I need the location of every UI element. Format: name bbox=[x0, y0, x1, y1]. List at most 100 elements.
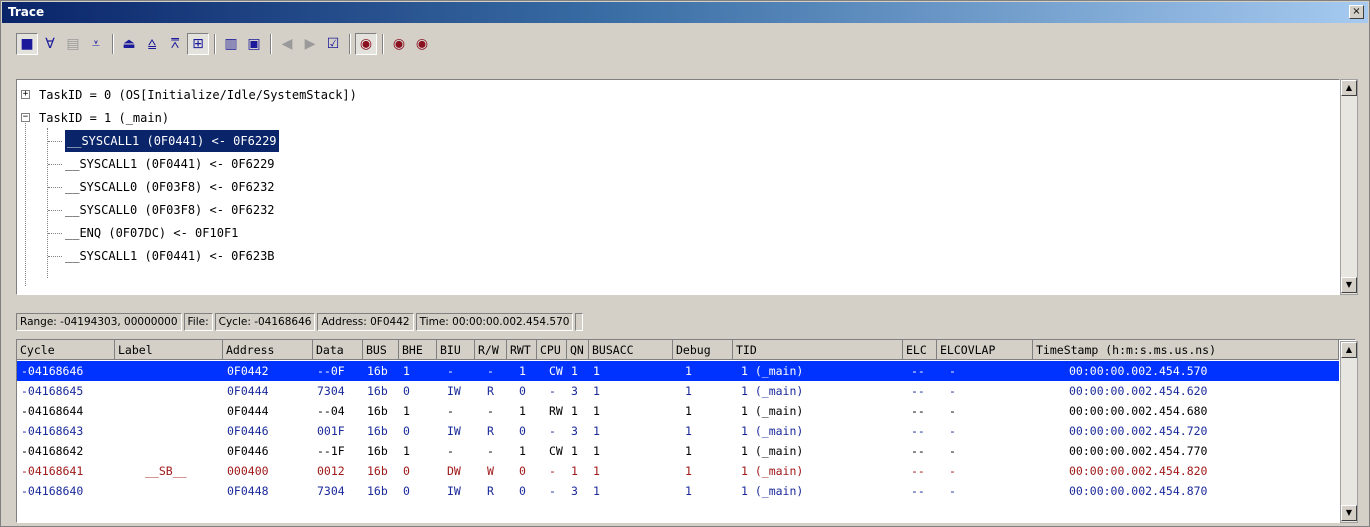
table-cell: 3 bbox=[571, 384, 578, 398]
status-info-bar: Range: -04194303, 00000000 File: Cycle: … bbox=[16, 313, 1356, 331]
tree-node[interactable]: + TaskID = 0 (OS[Initialize/Idle/SystemSt… bbox=[17, 84, 1317, 106]
find-icon[interactable]: ◉ bbox=[355, 33, 377, 55]
address-info: Address: 0F0442 bbox=[317, 313, 414, 331]
table-cell: DW bbox=[447, 464, 461, 478]
column-header[interactable]: BUSACC bbox=[589, 340, 673, 360]
minimize-icon[interactable]: ⩞ bbox=[164, 33, 186, 55]
collapse-icon[interactable]: − bbox=[21, 113, 30, 122]
tree-scrollbar[interactable]: ▲ ▼ bbox=[1340, 79, 1358, 295]
table-cell: R bbox=[487, 384, 494, 398]
tree-view-icon[interactable]: ⊞ bbox=[187, 33, 209, 55]
table-row[interactable]: -04168645 0F0444 7304 16b 0 IW R 0 - 3 1 1 1 (_main)… bbox=[17, 381, 1339, 401]
table-cell: 0 bbox=[403, 384, 410, 398]
table-cell: 0 bbox=[403, 464, 410, 478]
scroll-up-icon[interactable]: ▲ bbox=[1341, 80, 1357, 96]
table-cell: 16b bbox=[367, 444, 388, 458]
column-header[interactable]: QN bbox=[567, 340, 589, 360]
column-header[interactable]: BHE bbox=[399, 340, 437, 360]
column-header[interactable]: R/W bbox=[475, 340, 507, 360]
table-cell: 16b bbox=[367, 404, 388, 418]
table-row[interactable]: -04168642 0F0446 --1F 16b 1- -1 CW 1 1 1 1 (_main)… bbox=[17, 441, 1339, 461]
table-cell: - bbox=[949, 364, 956, 378]
prev-icon[interactable]: ◀ bbox=[276, 33, 298, 55]
column-header[interactable]: Debug bbox=[673, 340, 733, 360]
table-cell: - bbox=[549, 464, 556, 478]
table-cell: CW bbox=[549, 444, 563, 458]
table-cell: 1 bbox=[593, 444, 600, 458]
tree-node[interactable]: − TaskID = 1 (_main) bbox=[17, 107, 1317, 129]
table-row[interactable]: -04168646 0F0442 --0F 16b 1- -1 CW 1 1 1 1 (_main)… bbox=[17, 361, 1339, 381]
table-cell: IW bbox=[447, 384, 461, 398]
table-cell: R bbox=[487, 484, 494, 498]
table-cell: 1 bbox=[571, 444, 578, 458]
close-icon[interactable]: × bbox=[1349, 5, 1364, 19]
column-header[interactable]: RWT bbox=[507, 340, 537, 360]
display-mode-icon[interactable]: ■ bbox=[16, 33, 38, 55]
child-connector bbox=[48, 210, 62, 211]
table-cell: 1 bbox=[519, 364, 526, 378]
window-icon[interactable]: ▣ bbox=[243, 33, 265, 55]
find-prev-icon[interactable]: ◉ bbox=[411, 33, 433, 55]
filter-icon[interactable]: ∀ bbox=[39, 33, 61, 55]
table-cell: 0 bbox=[519, 384, 526, 398]
table-cell: -04168641 bbox=[21, 464, 84, 478]
table-cell: - bbox=[487, 364, 494, 378]
table-cell: - bbox=[447, 364, 454, 378]
column-header[interactable]: Data bbox=[313, 340, 363, 360]
table-row[interactable]: -04168644 0F0444 --04 16b 1- -1 RW 1 1 1 1 (_main)… bbox=[17, 401, 1339, 421]
list-view-icon[interactable]: ▥ bbox=[220, 33, 242, 55]
title-bar: Trace × bbox=[2, 2, 1368, 23]
child-connector bbox=[48, 233, 62, 234]
table-cell: __SB__ bbox=[145, 464, 187, 478]
table-row[interactable]: -04168643 0F0446 001F 16b 0 IW R 0 - 3 1 1 1 (_main)… bbox=[17, 421, 1339, 441]
tree-child-label: __ENQ (0F07DC) <- 0F10F1 bbox=[65, 226, 239, 240]
table-cell: 1 bbox=[571, 464, 578, 478]
column-header[interactable]: Label bbox=[115, 340, 223, 360]
scroll-down-icon[interactable]: ▼ bbox=[1341, 505, 1357, 521]
trace-table[interactable]: Cycle Label Address Data BUS BHE BIU R/W RWT CPU Q… bbox=[16, 339, 1356, 523]
table-cell: 1 bbox=[685, 464, 692, 478]
table-cell: 0 bbox=[403, 424, 410, 438]
scroll-down-icon[interactable]: ▼ bbox=[1341, 277, 1357, 293]
table-row[interactable]: -04168640 0F0448 7304 16b 0 IW R 0 - 3 1 1 1 (_main)… bbox=[17, 481, 1339, 501]
table-cell: 1 (_main) bbox=[741, 464, 804, 478]
collapse-icon[interactable]: ⩠ bbox=[141, 33, 163, 55]
column-header[interactable]: Address bbox=[223, 340, 313, 360]
tree-node-label: TaskID = 1 (_main) bbox=[39, 111, 170, 125]
table-cell: 0F0444 bbox=[227, 404, 269, 418]
table-cell: 0F0446 bbox=[227, 444, 269, 458]
table-cell: 1 bbox=[593, 484, 600, 498]
window-title: Trace bbox=[8, 5, 45, 19]
table-cell: -- bbox=[911, 364, 925, 378]
column-header[interactable]: TimeStamp (h:m:s.ms.us.ns) bbox=[1033, 340, 1339, 360]
table-cell: - bbox=[949, 384, 956, 398]
table-row[interactable]: -04168641 __SB__ 000400 0012 16b 0 DW W 0 - 1 1 1 1 (… bbox=[17, 461, 1339, 481]
table-scrollbar[interactable]: ▲ ▼ bbox=[1340, 341, 1358, 523]
column-header[interactable]: TID bbox=[733, 340, 903, 360]
column-header[interactable]: BUS bbox=[363, 340, 399, 360]
table-cell: 0 bbox=[519, 484, 526, 498]
toolbar-separator bbox=[382, 34, 384, 54]
copy-icon[interactable]: ▤ bbox=[62, 33, 84, 55]
table-cell: -04168642 bbox=[21, 444, 84, 458]
table-cell: -04168646 bbox=[21, 364, 84, 378]
column-header[interactable]: ELC bbox=[903, 340, 937, 360]
properties-icon[interactable]: ☑ bbox=[322, 33, 344, 55]
find-next-icon[interactable]: ◉ bbox=[388, 33, 410, 55]
collapse-all-icon[interactable]: ⩡ bbox=[85, 33, 107, 55]
column-header[interactable]: CPU bbox=[537, 340, 567, 360]
tree-child-label: __SYSCALL0 (0F03F8) <- 0F6232 bbox=[65, 203, 275, 217]
scroll-up-icon[interactable]: ▲ bbox=[1341, 342, 1357, 358]
table-cell: 1 bbox=[685, 384, 692, 398]
call-tree-pane[interactable]: + TaskID = 0 (OS[Initialize/Idle/SystemSt… bbox=[16, 79, 1340, 295]
table-cell: RW bbox=[549, 404, 563, 418]
tree-node-label: TaskID = 0 (OS[Initialize/Idle/SystemSta… bbox=[39, 88, 357, 102]
expand-icon[interactable]: + bbox=[21, 90, 30, 99]
column-header[interactable]: Cycle bbox=[17, 340, 115, 360]
table-cell: 16b bbox=[367, 364, 388, 378]
column-header[interactable]: BIU bbox=[437, 340, 475, 360]
toolbar-separator bbox=[349, 34, 351, 54]
next-icon[interactable]: ▶ bbox=[299, 33, 321, 55]
column-header[interactable]: ELCOVLAP bbox=[937, 340, 1033, 360]
expand-icon[interactable]: ⏏ bbox=[118, 33, 140, 55]
